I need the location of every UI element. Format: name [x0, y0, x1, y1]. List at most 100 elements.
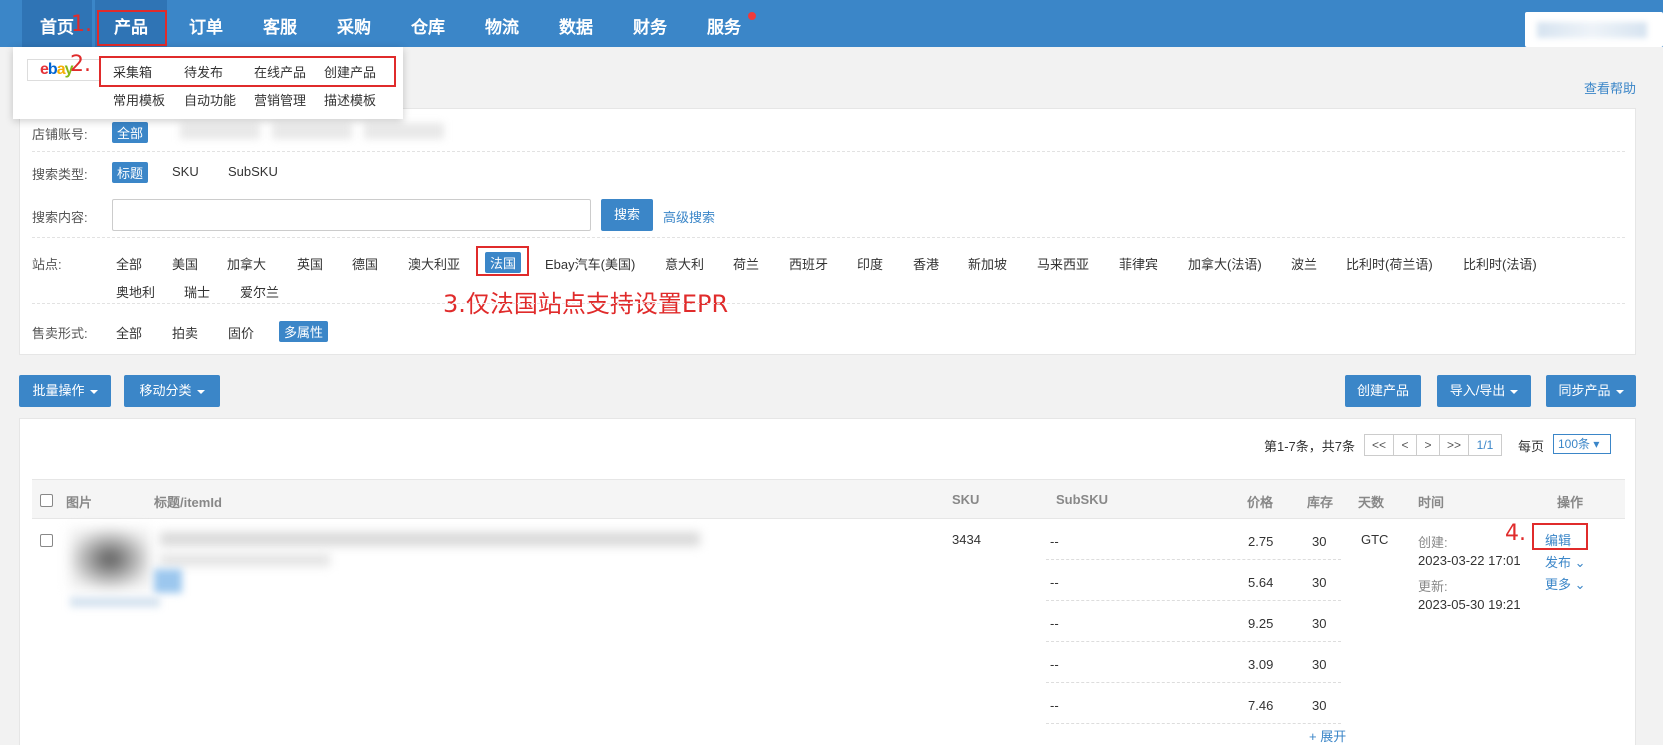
site-ebay-motors[interactable]: Ebay汽车(美国) [545, 254, 635, 273]
nav-services[interactable]: 服务 [698, 0, 750, 47]
nav-service[interactable]: 客服 [254, 0, 306, 47]
site-canada-french[interactable]: 加拿大(法语) [1188, 254, 1262, 273]
created-time: 2023-03-22 17:01 [1418, 553, 1521, 568]
pager-last[interactable]: >> [1439, 434, 1469, 456]
sale-multi-variation[interactable]: 多属性 [279, 321, 329, 342]
updated-label: 更新: [1418, 579, 1448, 594]
move-category-button[interactable]: 移动分类 [124, 375, 220, 407]
site-all[interactable]: 全部 [116, 254, 142, 273]
pager-current-page[interactable]: 1/1 [1468, 434, 1502, 456]
per-page-select[interactable]: 100条 ▾ [1553, 434, 1611, 454]
publish-link[interactable]: 发布 ⌄ [1545, 552, 1586, 571]
nav-data[interactable]: 数据 [550, 0, 602, 47]
notification-dot-icon [748, 12, 756, 20]
site-philippines[interactable]: 菲律宾 [1119, 254, 1158, 273]
created-label: 创建: [1418, 535, 1448, 550]
select-all-checkbox[interactable] [40, 494, 53, 507]
sale-auction[interactable]: 拍卖 [172, 323, 198, 342]
edit-link[interactable]: 编辑 [1545, 530, 1571, 549]
subsku-2: -- [1050, 575, 1059, 590]
sale-fixed[interactable]: 固价 [228, 323, 254, 342]
caret-down-icon [89, 389, 98, 394]
pager-first[interactable]: << [1364, 434, 1394, 456]
col-price: 价格 [1247, 495, 1274, 510]
site-singapore[interactable]: 新加坡 [968, 254, 1007, 273]
site-spain[interactable]: 西班牙 [789, 254, 828, 273]
search-type-sku[interactable]: SKU [172, 164, 199, 179]
nav-orders[interactable]: 订单 [180, 0, 232, 47]
site-poland[interactable]: 波兰 [1291, 254, 1317, 273]
filter-panel: 店铺账号: 全部 搜索类型: 标题 SKU SubSKU 搜索内容: 搜索 高级… [19, 108, 1636, 355]
blurred-product-title[interactable] [160, 532, 700, 546]
site-italy[interactable]: 意大利 [665, 254, 704, 273]
divider [32, 151, 1625, 152]
row-divider [1046, 682, 1341, 683]
stock-4: 30 [1312, 657, 1327, 672]
site-netherlands[interactable]: 荷兰 [733, 254, 759, 273]
nav-logistics[interactable]: 物流 [476, 0, 528, 47]
pager-summary: 第1-7条，共7条 [1264, 439, 1356, 454]
menu-auto-functions[interactable]: 自动功能 [184, 90, 236, 109]
product-table-panel: 第1-7条，共7条 << < > >> 1/1 每页 100条 ▾ 图片 标题/… [19, 418, 1636, 745]
row-checkbox[interactable] [40, 534, 53, 547]
row-divider [1046, 600, 1341, 601]
step-1-annotation: 1. [71, 12, 92, 37]
site-india[interactable]: 印度 [857, 254, 883, 273]
menu-common-templates[interactable]: 常用模板 [113, 90, 165, 109]
import-export-button[interactable]: 导入/导出 [1437, 375, 1531, 407]
per-page-label: 每页 [1518, 439, 1545, 454]
site-belgium-french[interactable]: 比利时(法语) [1463, 254, 1537, 273]
nav-purchase[interactable]: 采购 [328, 0, 380, 47]
col-title: 标题/itemId [154, 495, 222, 510]
nav-warehouse[interactable]: 仓库 [402, 0, 454, 47]
blurred-item-id [160, 554, 330, 566]
search-input[interactable] [112, 199, 591, 231]
site-us[interactable]: 美国 [172, 254, 198, 273]
site-austria[interactable]: 奥地利 [116, 282, 155, 301]
menu-online-products[interactable]: 在线产品 [254, 62, 306, 81]
col-image: 图片 [66, 495, 93, 510]
menu-pending-publish[interactable]: 待发布 [184, 62, 223, 81]
site-australia[interactable]: 澳大利亚 [408, 254, 460, 273]
user-account-box[interactable] [1525, 12, 1663, 47]
blurred-shop-1[interactable] [180, 123, 260, 139]
row-divider [1046, 641, 1341, 642]
search-type-subsku[interactable]: SubSKU [228, 164, 278, 179]
site-uk[interactable]: 英国 [297, 254, 323, 273]
product-image[interactable] [70, 529, 150, 589]
row-days: GTC [1361, 532, 1389, 547]
menu-create-product[interactable]: 创建产品 [324, 62, 376, 81]
updated-time: 2023-05-30 19:21 [1418, 597, 1521, 612]
highlight-box-france [476, 246, 529, 276]
blurred-shop-3[interactable] [364, 123, 444, 139]
site-belgium-dutch[interactable]: 比利时(荷兰语) [1346, 254, 1433, 273]
sale-all[interactable]: 全部 [116, 323, 142, 342]
site-germany[interactable]: 德国 [352, 254, 378, 273]
pager-next[interactable]: > [1416, 434, 1440, 456]
site-ireland[interactable]: 爱尔兰 [240, 282, 279, 301]
site-malaysia[interactable]: 马来西亚 [1037, 254, 1089, 273]
pager-prev[interactable]: < [1393, 434, 1417, 456]
site-switzerland[interactable]: 瑞士 [184, 282, 210, 301]
divider [32, 237, 1625, 238]
sync-products-button[interactable]: 同步产品 [1546, 375, 1636, 407]
nav-finance[interactable]: 财务 [624, 0, 676, 47]
create-product-button[interactable]: 创建产品 [1345, 375, 1421, 407]
divider [32, 303, 1625, 304]
advanced-search-link[interactable]: 高级搜索 [663, 207, 715, 226]
shop-all-option[interactable]: 全部 [112, 122, 149, 143]
blurred-shop-2[interactable] [272, 123, 352, 139]
site-canada[interactable]: 加拿大 [227, 254, 266, 273]
site-hongkong[interactable]: 香港 [913, 254, 939, 273]
expand-link[interactable]: + 展开 [1309, 726, 1346, 745]
blurred-username [1537, 22, 1647, 38]
more-link[interactable]: 更多 ⌄ [1545, 574, 1586, 593]
more-label: 更多 [1545, 577, 1572, 592]
batch-operations-button[interactable]: 批量操作 [19, 375, 111, 407]
help-link[interactable]: 查看帮助 [1584, 78, 1636, 97]
menu-collect-box[interactable]: 采集箱 [113, 62, 152, 81]
menu-marketing[interactable]: 营销管理 [254, 90, 306, 109]
menu-description-templates[interactable]: 描述模板 [324, 90, 376, 109]
search-button[interactable]: 搜索 [601, 199, 653, 231]
search-type-title[interactable]: 标题 [112, 162, 149, 183]
